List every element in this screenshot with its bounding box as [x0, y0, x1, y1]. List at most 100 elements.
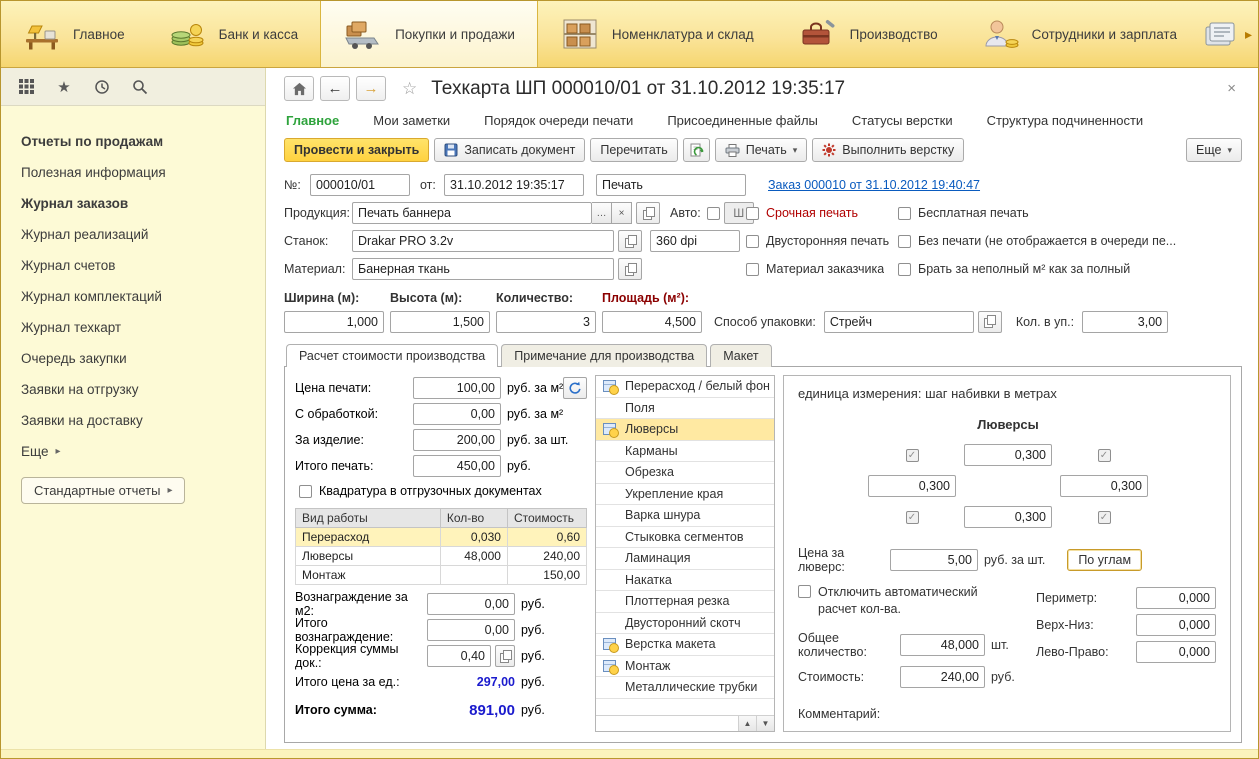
grommet-top-left-checkbox[interactable]: ✓ [905, 448, 919, 462]
search-icon[interactable] [131, 78, 149, 96]
sidebar-item[interactable]: Отчеты по продажам [1, 126, 265, 157]
grommet-top-right-checkbox[interactable]: ✓ [1097, 448, 1111, 462]
top-bottom-input[interactable] [1136, 613, 1216, 636]
operation-item[interactable]: Обрезка [596, 462, 774, 484]
print-total-input[interactable] [413, 455, 501, 477]
operation-item[interactable]: Стыковка сегментов [596, 527, 774, 548]
tab-subordination[interactable]: Структура подчиненности [987, 113, 1144, 128]
height-input[interactable] [390, 310, 490, 333]
urgent-print-checkbox[interactable] [746, 206, 759, 220]
quantity-input[interactable] [496, 310, 596, 333]
document-kind-input[interactable] [596, 174, 746, 196]
grommet-bottom-right-checkbox[interactable]: ✓ [1097, 510, 1111, 524]
operation-item[interactable]: Накатка [596, 570, 774, 591]
sidebar-item[interactable]: Журнал техкарт [1, 312, 265, 343]
ribbon-section-bank-cash[interactable]: Банк и касса [147, 1, 321, 67]
disable-auto-calc-checkbox[interactable] [798, 585, 811, 598]
save-document-button[interactable]: Записать документ [434, 138, 586, 162]
sidebar-item[interactable]: Журнал реализаций [1, 219, 265, 250]
tab-production-note[interactable]: Примечание для производства [501, 344, 708, 367]
apps-grid-icon[interactable] [17, 78, 35, 96]
ribbon-section-purchases-sales[interactable]: Покупки и продажи [320, 1, 538, 67]
table-row[interactable]: Монтаж 150,00 [295, 565, 588, 585]
operation-item[interactable]: Укрепление края [596, 484, 774, 505]
ribbon-section-main[interactable]: Главное [1, 1, 147, 67]
standard-reports-button[interactable]: Стандартные отчеты ▸ [21, 477, 186, 504]
sidebar-item[interactable]: Очередь закупки [1, 343, 265, 374]
operation-item[interactable]: Плоттерная резка [596, 591, 774, 613]
product-input[interactable] [352, 202, 592, 224]
sidebar-item[interactable]: Заявки на доставку [1, 405, 265, 436]
sidebar-item-more[interactable]: Еще ▸ [1, 436, 265, 467]
by-corners-button[interactable]: По углам [1067, 549, 1143, 571]
document-date-input[interactable] [444, 174, 584, 196]
ribbon-section-production[interactable]: Производство [776, 1, 960, 67]
column-header[interactable]: Вид работы [295, 508, 441, 528]
open-machine-button[interactable] [618, 230, 642, 252]
choose-button[interactable]: … [592, 202, 612, 224]
back-button[interactable]: ← [320, 76, 350, 101]
open-packing-button[interactable] [977, 310, 1002, 333]
tab-attached-files[interactable]: Присоединенные файлы [667, 113, 818, 128]
clear-button[interactable]: × [612, 202, 632, 224]
machine-input[interactable] [352, 230, 614, 252]
dpi-input[interactable] [650, 230, 740, 252]
scroll-up-button[interactable]: ▲ [738, 716, 756, 731]
width-input[interactable] [284, 310, 384, 333]
operation-item[interactable]: Перерасход / белый фон [596, 376, 774, 398]
order-link[interactable]: Заказ 000010 от 31.10.2012 19:40:47 [768, 178, 980, 192]
auto-checkbox[interactable] [706, 206, 720, 220]
table-row[interactable]: Люверсы 48,000 240,00 [295, 546, 588, 566]
grommet-bottom-left-checkbox[interactable]: ✓ [905, 510, 919, 524]
more-button[interactable]: Еще ▾ [1186, 138, 1242, 162]
left-right-input[interactable] [1136, 640, 1216, 663]
operation-item[interactable]: Ламинация [596, 548, 774, 570]
operation-item[interactable]: Варка шнура [596, 505, 774, 527]
tab-layout-statuses[interactable]: Статусы верстки [852, 113, 953, 128]
sum-correction-input[interactable] [427, 645, 491, 667]
customer-material-checkbox[interactable] [746, 262, 759, 276]
ribbon-section-warehouse[interactable]: Номенклатура и склад [538, 1, 776, 67]
recalculate-button[interactable] [563, 377, 588, 399]
favorites-star-icon[interactable]: ★ [55, 78, 73, 96]
operation-item[interactable]: Верстка макета [596, 634, 774, 656]
quadrature-checkbox[interactable] [299, 484, 312, 498]
operation-item[interactable]: Поля [596, 398, 774, 419]
home-button[interactable] [284, 76, 314, 101]
sidebar-item[interactable]: Журнал счетов [1, 250, 265, 281]
refresh-document-button[interactable] [682, 138, 710, 162]
reward-per-sqm-input[interactable] [427, 593, 515, 615]
perimeter-input[interactable] [1136, 586, 1216, 609]
history-icon[interactable] [93, 78, 111, 96]
favorite-star-icon[interactable]: ☆ [402, 79, 417, 99]
area-input[interactable] [602, 310, 702, 333]
scroll-down-button[interactable]: ▼ [756, 716, 774, 731]
close-icon[interactable]: × [1221, 78, 1242, 99]
reward-total-input[interactable] [427, 619, 515, 641]
ribbon-overflow-chevron-icon[interactable]: ▸ [1241, 26, 1258, 43]
print-price-input[interactable] [413, 377, 501, 399]
tab-layout[interactable]: Макет [710, 344, 772, 367]
per-pack-input[interactable] [1082, 310, 1169, 333]
sidebar-item[interactable]: Журнал заказов [1, 188, 265, 219]
no-print-checkbox[interactable] [898, 234, 911, 248]
grommet-cost-input[interactable] [900, 666, 985, 689]
document-number-input[interactable] [310, 174, 410, 196]
material-input[interactable] [352, 258, 614, 280]
per-item-price-input[interactable] [413, 429, 501, 451]
ribbon-section-employees[interactable]: Сотрудники и зарплата [960, 1, 1199, 67]
duplex-print-checkbox[interactable] [746, 234, 759, 248]
operation-item[interactable]: Двусторонний скотч [596, 613, 774, 634]
table-row[interactable]: Перерасход 0,030 0,60 [295, 527, 588, 547]
open-correction-button[interactable] [495, 645, 515, 667]
operation-item[interactable]: Монтаж [596, 656, 774, 677]
grommet-left-step-input[interactable] [868, 475, 956, 497]
tab-my-notes[interactable]: Мои заметки [373, 113, 450, 128]
operation-item-selected[interactable]: Люверсы [596, 419, 774, 441]
processing-price-input[interactable] [413, 403, 501, 425]
run-layout-button[interactable]: Выполнить верстку [812, 138, 965, 162]
print-button[interactable]: Печать ▾ [714, 138, 808, 162]
operation-item[interactable]: Карманы [596, 441, 774, 462]
open-product-button[interactable] [636, 202, 660, 224]
sidebar-item[interactable]: Полезная информация [1, 157, 265, 188]
